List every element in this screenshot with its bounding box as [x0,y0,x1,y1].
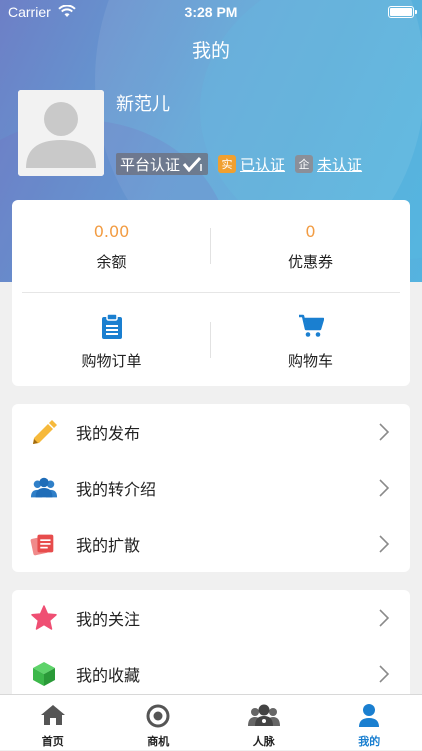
chevron-right-icon [378,664,390,688]
shopping-cart-label: 购物车 [211,350,410,371]
tab-label: 人脉 [211,733,317,749]
balance-label: 余额 [12,251,211,272]
coupon-value: 0 [211,222,410,241]
coupon-label: 优惠券 [211,251,410,272]
group-icon [30,474,58,502]
clipboard-icon [12,314,211,340]
menu-item-label: 我的关注 [76,606,140,630]
menu-item-label: 我的扩散 [76,532,140,556]
coupon-stat[interactable]: 0 优惠券 [211,222,410,272]
platform-verified-badge: 平台认证 [116,153,208,175]
menu-item-label: 我的收藏 [76,662,140,686]
shopping-orders-button[interactable]: 购物订单 [12,314,211,371]
divider [22,292,400,293]
enterprise-tag: 企 [295,155,313,173]
people-icon [211,703,317,729]
enterprise-status-link[interactable]: 未认证 [317,154,362,175]
menu-group-2: 我的关注 我的收藏 [12,590,410,694]
status-bar: Carrier 3:28 PM [0,0,422,24]
username: 新范儿 [116,90,170,116]
chevron-right-icon [378,478,390,502]
menu-item-my-posts[interactable]: 我的发布 [12,404,410,460]
real-name-tag: 实 [218,155,236,173]
shopping-cart-button[interactable]: 购物车 [211,314,410,371]
menu-item-label: 我的转介绍 [76,476,156,500]
user-placeholder-icon [18,90,104,176]
chevron-right-icon [378,422,390,446]
page-title: 我的 [0,36,422,63]
cart-icon [211,314,410,340]
menu-item-label: 我的发布 [76,420,140,444]
tab-opportunities[interactable]: 商机 [106,695,212,751]
person-icon [317,703,422,729]
account-summary-card: 0.00 余额 0 优惠券 购物订单 购物车 [12,200,410,386]
tab-network[interactable]: 人脉 [211,695,317,751]
balance-stat[interactable]: 0.00 余额 [12,222,211,272]
target-icon [106,703,212,729]
verification-badges: 平台认证 实 已认证 企 未认证 [116,153,362,175]
tab-home[interactable]: 首页 [0,695,106,751]
tab-me[interactable]: 我的 [317,695,422,751]
tab-label: 商机 [106,733,212,749]
star-icon [30,604,58,632]
tab-label: 首页 [0,733,106,749]
chevron-right-icon [378,534,390,558]
check-icon [182,156,204,172]
tab-label: 我的 [317,733,422,749]
shopping-orders-label: 购物订单 [12,350,211,371]
menu-item-my-follows[interactable]: 我的关注 [12,590,410,646]
menu-group-1: 我的发布 我的转介绍 我的扩散 [12,404,410,572]
avatar[interactable] [18,90,104,176]
balance-value: 0.00 [12,222,211,241]
tab-bar: 首页 商机 人脉 我的 [0,694,422,750]
platform-badge-label: 平台认证 [120,154,180,175]
battery-icon [388,6,414,18]
menu-item-my-shares[interactable]: 我的扩散 [12,516,410,572]
pencil-icon [30,418,58,446]
chevron-right-icon [378,608,390,632]
home-icon [0,703,106,729]
clock: 3:28 PM [0,4,422,20]
menu-item-my-referrals[interactable]: 我的转介绍 [12,460,410,516]
cube-icon [30,660,58,688]
cards-icon [30,530,58,558]
real-name-status-link[interactable]: 已认证 [240,154,285,175]
